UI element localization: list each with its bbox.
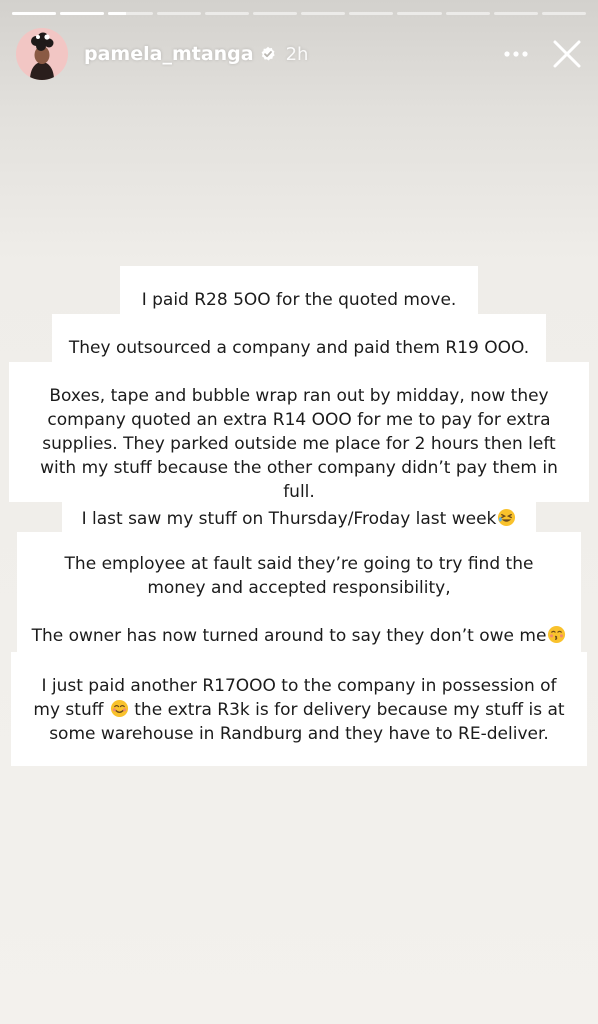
story-progress-fill — [12, 12, 57, 15]
story-text-line-2: They outsourced a company and paid them … — [52, 314, 546, 364]
story-text: They outsourced a company and paid them … — [68, 338, 530, 358]
avatar[interactable] — [16, 28, 68, 80]
story-progress-segment — [252, 12, 298, 15]
story-progress-segment — [156, 12, 201, 15]
story-text-paragraph-5: The employee at fault said they’re going… — [17, 532, 581, 612]
story-progress — [12, 12, 587, 15]
verified-badge-icon — [261, 46, 275, 61]
story-text-paragraph-7: I just paid another R17OOO to the compan… — [11, 652, 587, 766]
story-text-line-1: I paid R28 5OO for the quoted move. — [120, 266, 478, 316]
story-text: The owner has now turned around to say t… — [31, 626, 547, 646]
story-progress-segment — [493, 12, 538, 15]
story-text-line-4: I last saw my stuff on Thursday/Froday l… — [62, 500, 536, 534]
story-progress-segment — [301, 12, 346, 15]
story-text-paragraph-3: Boxes, tape and bubble wrap ran out by m… — [9, 362, 589, 502]
username[interactable]: pamela_mtanga — [84, 43, 254, 65]
smiling-emoji-icon — [110, 699, 128, 718]
story-progress-segment — [204, 12, 249, 15]
close-icon — [553, 40, 581, 68]
close-button[interactable] — [550, 37, 584, 71]
story-progress-segment — [397, 12, 442, 15]
story-header: pamela_mtanga 2h — [16, 26, 584, 82]
avatar-image — [16, 28, 68, 80]
more-horizontal-icon — [504, 51, 528, 57]
story-progress-segment — [108, 12, 153, 15]
story-text: I paid R28 5OO for the quoted move. — [141, 290, 457, 310]
kissing-emoji-icon — [548, 625, 566, 644]
story-text: I last saw my stuff on Thursday/Froday l… — [81, 509, 497, 529]
story-progress-segment — [445, 12, 490, 15]
post-time: 2h — [285, 43, 309, 65]
story-text-line-6: The owner has now turned around to say t… — [17, 610, 581, 654]
rolling-laughing-emoji-icon — [498, 508, 516, 527]
more-options-button[interactable] — [500, 38, 532, 70]
story-progress-segment — [349, 12, 394, 15]
story-text: The employee at fault said they’re going… — [64, 554, 534, 598]
story-progress-fill — [108, 12, 126, 15]
story-progress-segment — [60, 12, 105, 15]
story-text: Boxes, tape and bubble wrap ran out by m… — [40, 386, 558, 502]
story-progress-segment — [541, 12, 587, 15]
story-progress-fill — [60, 12, 105, 15]
story-progress-segment — [12, 12, 57, 15]
